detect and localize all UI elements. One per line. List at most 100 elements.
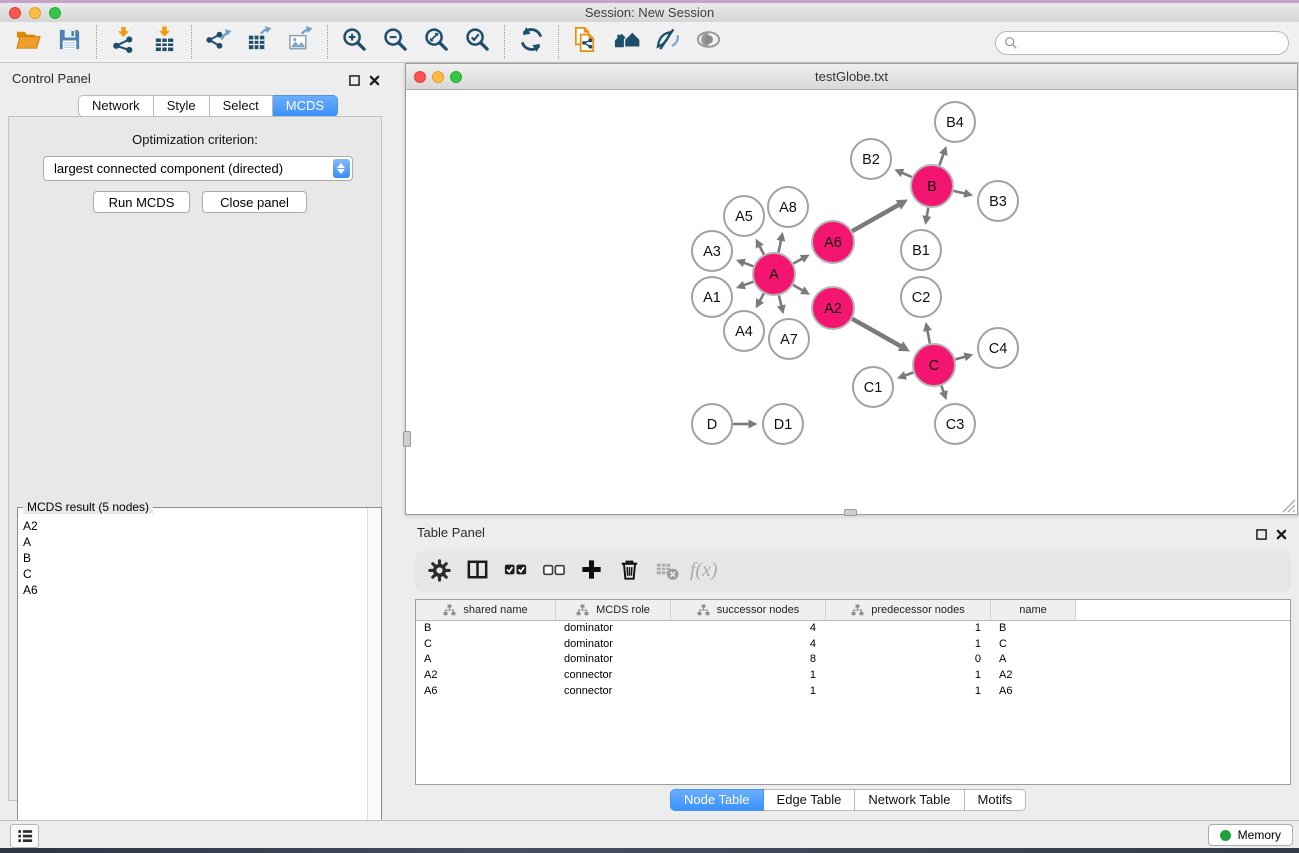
zoom-in-button[interactable] xyxy=(338,23,371,61)
graph-node-A2[interactable]: A2 xyxy=(812,287,854,329)
table-row-B[interactable]: Bdominator41B xyxy=(416,621,1290,637)
network-window-titlebar[interactable]: testGlobe.txt xyxy=(406,64,1297,90)
cell-shared-name[interactable]: A6 xyxy=(416,684,556,700)
close-table-panel-icon[interactable] xyxy=(1276,527,1287,545)
cell-predecessor-nodes[interactable]: 1 xyxy=(826,668,991,684)
graph-node-A4[interactable]: A4 xyxy=(724,311,764,351)
network-canvas[interactable]: B4B2BB3A8A5A6B1A3AA1C2A2A4A7C4CC1DD1C3 xyxy=(406,90,1297,514)
close-traffic-light[interactable] xyxy=(9,7,21,19)
cell-successor-nodes[interactable]: 4 xyxy=(671,621,826,637)
zoom-out-button[interactable] xyxy=(379,23,412,61)
import-table-button[interactable] xyxy=(148,23,181,61)
cell-successor-nodes[interactable]: 8 xyxy=(671,652,826,668)
window-resize-handle[interactable] xyxy=(1278,495,1296,513)
memory-button[interactable]: Memory xyxy=(1208,824,1293,846)
cell-successor-nodes[interactable]: 1 xyxy=(671,684,826,700)
column-header-predecessor-nodes[interactable]: predecessor nodes xyxy=(826,600,991,621)
tab-motifs[interactable]: Motifs xyxy=(965,789,1027,811)
cell-name[interactable]: A2 xyxy=(991,668,1076,684)
cell-name[interactable]: B xyxy=(991,621,1076,637)
export-image-button[interactable] xyxy=(284,23,317,61)
table-row-A6[interactable]: A6connector11A6 xyxy=(416,684,1290,700)
cell-MCDS-role[interactable]: dominator xyxy=(556,637,671,653)
cell-predecessor-nodes[interactable]: 1 xyxy=(826,684,991,700)
graph-node-A5[interactable]: A5 xyxy=(724,196,764,236)
graph-node-A3[interactable]: A3 xyxy=(692,231,732,271)
cell-MCDS-role[interactable]: connector xyxy=(556,684,671,700)
show-preview-button[interactable] xyxy=(692,23,725,61)
cell-predecessor-nodes[interactable]: 1 xyxy=(826,621,991,637)
cell-MCDS-role[interactable]: dominator xyxy=(556,621,671,637)
graph-edge-B-B2[interactable] xyxy=(902,173,912,177)
cell-shared-name[interactable]: B xyxy=(416,621,556,637)
cell-MCDS-role[interactable]: connector xyxy=(556,668,671,684)
table-row-A2[interactable]: A2connector11A2 xyxy=(416,668,1290,684)
zoom-selected-button[interactable] xyxy=(461,23,494,61)
graph-node-A8[interactable]: A8 xyxy=(768,187,808,227)
network-minimize-traffic-light[interactable] xyxy=(432,71,444,83)
settings-gear-button[interactable] xyxy=(423,553,456,591)
close-panel-button[interactable]: Close panel xyxy=(202,191,307,213)
graph-edge-B-B4[interactable] xyxy=(939,154,943,165)
graph-edge-A-A4[interactable] xyxy=(760,294,764,301)
graph-edge-C-C4[interactable] xyxy=(955,357,965,360)
graph-node-B[interactable]: B xyxy=(911,165,953,207)
close-panel-icon[interactable] xyxy=(369,73,380,91)
result-scrollbar[interactable] xyxy=(367,508,381,848)
cell-predecessor-nodes[interactable]: 1 xyxy=(826,637,991,653)
graph-edge-A-A5[interactable] xyxy=(760,246,764,254)
tab-network[interactable]: Network xyxy=(78,95,154,117)
graph-edge-A-A1[interactable] xyxy=(744,282,754,286)
deselect-all-button[interactable] xyxy=(537,553,570,591)
cell-shared-name[interactable]: A2 xyxy=(416,668,556,684)
delete-row-button[interactable] xyxy=(613,553,646,591)
graph-node-C1[interactable]: C1 xyxy=(853,367,893,407)
graph-edge-A-A2[interactable] xyxy=(793,285,803,291)
network-close-traffic-light[interactable] xyxy=(414,71,426,83)
search-input[interactable] xyxy=(1023,35,1280,52)
tab-style[interactable]: Style xyxy=(154,95,210,117)
graph-node-A1[interactable]: A1 xyxy=(692,277,732,317)
search-box[interactable] xyxy=(995,31,1289,55)
cell-successor-nodes[interactable]: 4 xyxy=(671,637,826,653)
mcds-result-item[interactable]: C xyxy=(18,566,368,582)
graph-node-D[interactable]: D xyxy=(692,404,732,444)
graph-node-C2[interactable]: C2 xyxy=(901,277,941,317)
tab-edge-table[interactable]: Edge Table xyxy=(764,789,856,811)
open-file-button[interactable] xyxy=(12,23,45,61)
graph-node-A7[interactable]: A7 xyxy=(769,319,809,359)
refresh-button[interactable] xyxy=(515,23,548,61)
cell-name[interactable]: A6 xyxy=(991,684,1076,700)
cell-shared-name[interactable]: A xyxy=(416,652,556,668)
graph-edge-C-C2[interactable] xyxy=(927,330,930,343)
export-network-button[interactable] xyxy=(202,23,235,61)
tab-select[interactable]: Select xyxy=(210,95,273,117)
duplicate-network-button[interactable] xyxy=(569,23,602,61)
tab-node-table[interactable]: Node Table xyxy=(670,789,764,811)
column-header-MCDS-role[interactable]: MCDS role xyxy=(556,600,671,621)
zoom-traffic-light[interactable] xyxy=(49,7,61,19)
graph-node-C3[interactable]: C3 xyxy=(935,404,975,444)
graph-edge-A6-B[interactable] xyxy=(852,205,899,232)
graph-node-A6[interactable]: A6 xyxy=(812,221,854,263)
table-row-A[interactable]: Adominator80A xyxy=(416,652,1290,668)
network-vertical-scroll-thumb[interactable] xyxy=(403,431,411,447)
zoom-fit-button[interactable] xyxy=(420,23,453,61)
add-column-button[interactable] xyxy=(575,553,608,591)
minimize-traffic-light[interactable] xyxy=(29,7,41,19)
graph-edge-A-A6[interactable] xyxy=(793,259,802,264)
run-mcds-button[interactable]: Run MCDS xyxy=(93,191,190,213)
table-row-C[interactable]: Cdominator41C xyxy=(416,637,1290,653)
float-panel-icon[interactable] xyxy=(349,73,360,91)
save-session-button[interactable] xyxy=(53,23,86,61)
mcds-result-item[interactable]: B xyxy=(18,550,368,566)
column-header-successor-nodes[interactable]: successor nodes xyxy=(671,600,826,621)
task-history-button[interactable] xyxy=(10,824,39,848)
split-columns-button[interactable] xyxy=(461,553,494,591)
cell-name[interactable]: C xyxy=(991,637,1076,653)
graph-edge-A-A7[interactable] xyxy=(779,295,782,306)
graph-node-B1[interactable]: B1 xyxy=(901,230,941,270)
mcds-result-item[interactable]: A xyxy=(18,534,368,550)
column-header-name[interactable]: name xyxy=(991,600,1076,621)
tab-network-table[interactable]: Network Table xyxy=(855,789,964,811)
